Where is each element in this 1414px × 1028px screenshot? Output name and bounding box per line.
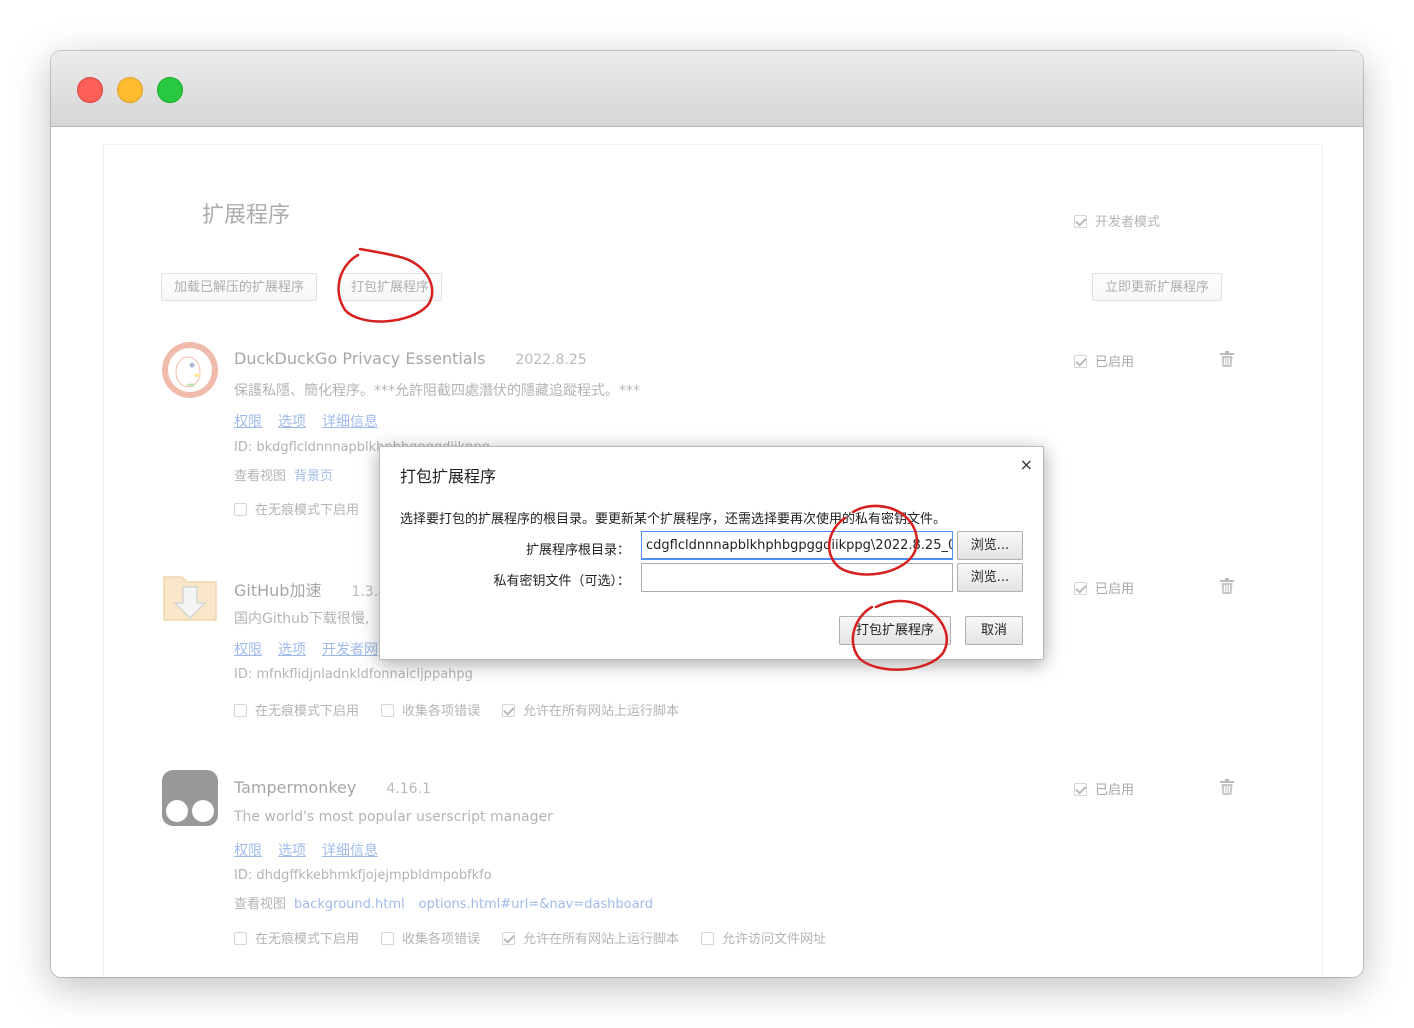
- permissions-link[interactable]: 权限: [234, 843, 262, 859]
- close-window-button[interactable]: [77, 77, 103, 103]
- extension-options: 在无痕模式下启用 收集各项错误 允许在所有网站上运行脚本 允许访问文件网址: [234, 928, 848, 947]
- extension-header: DuckDuckGo Privacy Essentials 2022.8.25: [234, 349, 587, 368]
- enabled-label: 已启用: [1095, 582, 1135, 597]
- title-bar: [51, 51, 1363, 127]
- extension-id: ID: dhdgffkkebhmkfjojejmpbldmpobfkfo: [234, 868, 492, 883]
- all-sites-checkbox[interactable]: [502, 932, 516, 945]
- details-link[interactable]: 详细信息: [322, 414, 378, 430]
- trash-icon[interactable]: [1220, 779, 1234, 795]
- collect-errors-option[interactable]: 收集各项错误: [381, 704, 480, 719]
- developer-mode-toggle[interactable]: 开发者模式: [1074, 211, 1160, 230]
- pack-extension-dialog: 打包扩展程序 × 选择要打包的扩展程序的根目录。要更新某个扩展程序，还需选择要再…: [379, 446, 1044, 660]
- dialog-instructions: 选择要打包的扩展程序的根目录。要更新某个扩展程序，还需选择要再次使用的私有密钥文…: [400, 512, 947, 527]
- options-link[interactable]: 选项: [278, 843, 306, 859]
- collect-errors-checkbox[interactable]: [381, 932, 395, 945]
- dialog-title: 打包扩展程序: [400, 467, 497, 486]
- enabled-toggle[interactable]: 已启用: [1074, 351, 1134, 370]
- page-title: 扩展程序: [202, 203, 291, 228]
- enabled-toggle[interactable]: 已启用: [1074, 779, 1134, 798]
- extension-version: 4.16.1: [386, 781, 431, 797]
- options-html-link[interactable]: options.html#url=&nav=dashboard: [419, 897, 653, 912]
- all-sites-option[interactable]: 允许在所有网站上运行脚本: [502, 932, 679, 947]
- extension-header: Tampermonkey 4.16.1: [234, 778, 431, 797]
- extension-links: 权限 选项 详细信息: [234, 411, 394, 431]
- file-urls-option[interactable]: 允许访问文件网址: [701, 932, 826, 947]
- extension-links: 权限 选项 详细信息: [234, 840, 394, 860]
- enabled-checkbox[interactable]: [1074, 783, 1087, 796]
- collect-errors-label: 收集各项错误: [402, 932, 481, 947]
- collect-errors-option[interactable]: 收集各项错误: [381, 932, 480, 947]
- root-directory-input[interactable]: cdgflcldnnnapblkhphbgpggdiikppg\2022.8.2…: [641, 531, 953, 560]
- incognito-label: 在无痕模式下启用: [255, 503, 360, 518]
- browse-key-button[interactable]: 浏览...: [957, 563, 1023, 592]
- details-link[interactable]: 详细信息: [322, 843, 378, 859]
- pack-extension-button[interactable]: 打包扩展程序: [338, 273, 443, 301]
- extension-header: GitHub加速 1.3.4: [234, 577, 387, 601]
- inspect-views-label: 查看视图: [234, 469, 287, 484]
- extension-links: 权限 选项 开发者网: [234, 639, 394, 659]
- developer-mode-label: 开发者模式: [1095, 215, 1161, 230]
- incognito-checkbox[interactable]: [234, 503, 247, 516]
- background-html-link[interactable]: background.html: [294, 897, 405, 912]
- pack-extension-confirm-button[interactable]: 打包扩展程序: [839, 616, 951, 645]
- extension-id: ID: mfnkflidjnladnkldfonnaicljppahpg: [234, 667, 473, 682]
- extension-options: 在无痕模式下启用: [234, 499, 381, 518]
- trash-icon[interactable]: [1220, 351, 1234, 367]
- folder-download-icon: [163, 576, 217, 621]
- enabled-toggle[interactable]: 已启用: [1074, 578, 1134, 597]
- private-key-label: 私有密钥文件（可选）：: [493, 574, 630, 589]
- extension-name: GitHub加速: [234, 581, 322, 600]
- collect-errors-checkbox[interactable]: [381, 704, 395, 717]
- all-sites-option[interactable]: 允许在所有网站上运行脚本: [502, 704, 679, 719]
- all-sites-checkbox[interactable]: [502, 704, 516, 717]
- background-page-link[interactable]: 背景页: [294, 469, 333, 484]
- private-key-input[interactable]: [641, 563, 953, 592]
- file-urls-checkbox[interactable]: [701, 932, 715, 945]
- extension-name: DuckDuckGo Privacy Essentials: [234, 349, 486, 368]
- extension-description: The world's most popular userscript mana…: [234, 809, 553, 825]
- update-extensions-button[interactable]: 立即更新扩展程序: [1092, 273, 1223, 301]
- enabled-label: 已启用: [1095, 783, 1135, 798]
- inspect-views: 查看视图 background.html options.html#url=&nav…: [234, 893, 659, 912]
- close-icon[interactable]: ×: [1020, 455, 1033, 474]
- all-sites-label: 允许在所有网站上运行脚本: [523, 932, 680, 947]
- incognito-option[interactable]: 在无痕模式下启用: [234, 704, 359, 719]
- extension-name: Tampermonkey: [234, 778, 357, 797]
- developer-mode-checkbox[interactable]: [1074, 215, 1087, 228]
- minimize-window-button[interactable]: [117, 77, 143, 103]
- incognito-label: 在无痕模式下启用: [255, 932, 360, 947]
- load-unpacked-button[interactable]: 加载已解压的扩展程序: [161, 273, 318, 301]
- incognito-checkbox[interactable]: [234, 932, 247, 945]
- permissions-link[interactable]: 权限: [234, 414, 262, 430]
- incognito-option[interactable]: 在无痕模式下启用: [234, 503, 359, 518]
- permissions-link[interactable]: 权限: [234, 642, 262, 658]
- extension-description: 国内Github下载很慢,: [234, 611, 370, 627]
- tampermonkey-icon: [162, 770, 218, 826]
- enabled-label: 已启用: [1095, 355, 1135, 370]
- incognito-option[interactable]: 在无痕模式下启用: [234, 932, 359, 947]
- inspect-views-label: 查看视图: [234, 897, 287, 912]
- extension-version: 2022.8.25: [515, 352, 587, 368]
- developer-site-link[interactable]: 开发者网: [322, 642, 378, 658]
- inspect-views: 查看视图 背景页: [234, 465, 339, 484]
- cancel-button[interactable]: 取消: [965, 616, 1023, 645]
- zoom-window-button[interactable]: [157, 77, 183, 103]
- trash-icon[interactable]: [1220, 578, 1234, 594]
- options-link[interactable]: 选项: [278, 642, 306, 658]
- enabled-checkbox[interactable]: [1074, 582, 1087, 595]
- enabled-checkbox[interactable]: [1074, 355, 1087, 368]
- file-urls-label: 允许访问文件网址: [722, 932, 827, 947]
- browse-root-button[interactable]: 浏览...: [957, 531, 1023, 560]
- all-sites-label: 允许在所有网站上运行脚本: [523, 704, 680, 719]
- options-link[interactable]: 选项: [278, 414, 306, 430]
- root-directory-label: 扩展程序根目录：: [525, 543, 630, 558]
- incognito-label: 在无痕模式下启用: [255, 704, 360, 719]
- collect-errors-label: 收集各项错误: [402, 704, 481, 719]
- duckduckgo-icon: [162, 342, 218, 398]
- extension-options: 在无痕模式下启用 收集各项错误 允许在所有网站上运行脚本: [234, 700, 701, 719]
- incognito-checkbox[interactable]: [234, 704, 247, 717]
- extension-description: 保護私隱、簡化程序。***允許阻截四處潛伏的隱藏追蹤程式。***: [234, 383, 640, 399]
